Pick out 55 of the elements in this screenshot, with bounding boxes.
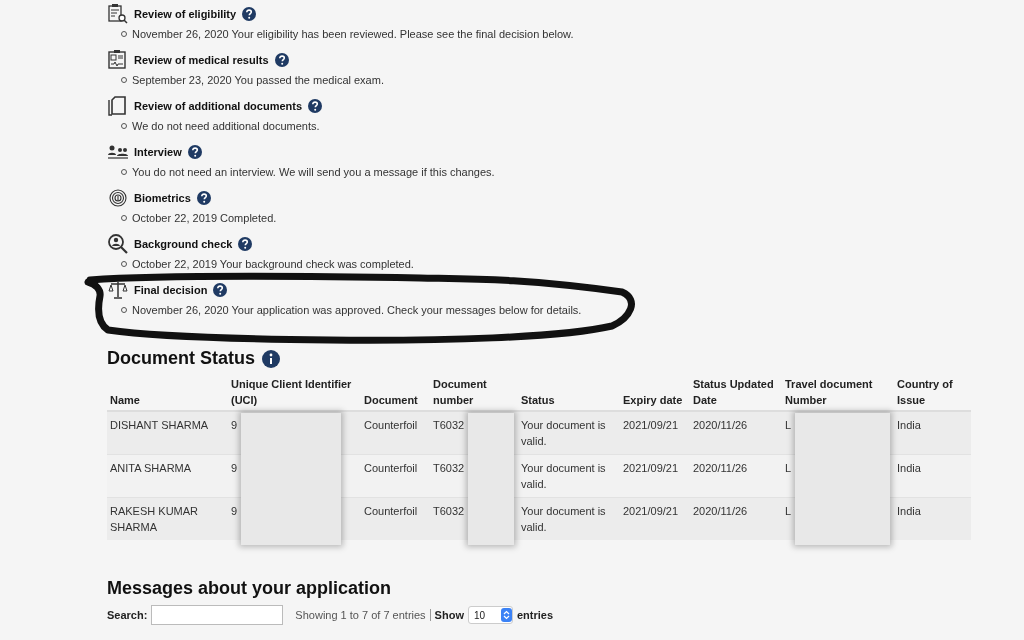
step-detail: September 23, 2020 You passed the medical exam.	[132, 74, 384, 86]
help-icon	[196, 191, 211, 205]
info-icon	[262, 349, 281, 368]
table-cell: India	[894, 454, 971, 498]
table-cell: Your document is valid.	[518, 497, 620, 540]
table-cell: Your document is valid.	[518, 454, 620, 498]
entries-label: entries	[516, 609, 554, 621]
person-magnifier-icon	[107, 233, 129, 255]
page-size-select[interactable]: 10	[467, 606, 513, 624]
step-detail: We do not need additional documents.	[132, 120, 320, 132]
table-cell: RAKESH KUMAR SHARMA	[107, 497, 228, 540]
table-cell: India	[894, 411, 971, 455]
table-cell: DISHANT SHARMA	[107, 411, 228, 455]
step-detail: November 26, 2020 Your application was approved. Check your messages below for details.	[132, 304, 582, 316]
stepper-icon	[500, 608, 512, 622]
search-label: Search:	[107, 609, 148, 621]
table-cell: Counterfoil	[361, 454, 430, 498]
step-detail: November 26, 2020 Your eligibility has been reviewed. Please see the final decision below.	[132, 28, 574, 40]
step-title: Biometrics	[134, 192, 191, 204]
search-field[interactable]	[151, 605, 284, 625]
table-cell: 2020/11/26	[690, 497, 782, 540]
step-title: Review of medical results	[134, 54, 269, 66]
documents-icon	[107, 95, 129, 117]
table-cell: 2020/11/26	[690, 454, 782, 498]
step-title: Interview	[134, 146, 182, 158]
step-detail: October 22, 2019 Completed.	[132, 212, 277, 224]
clipboard-magnifier-icon	[107, 3, 129, 25]
table-cell: 2021/09/21	[620, 454, 690, 498]
help-icon	[242, 7, 257, 21]
table-cell: 2021/09/21	[620, 497, 690, 540]
help-icon	[238, 237, 253, 251]
help-icon	[187, 145, 202, 159]
help-icon	[308, 99, 323, 113]
step-title: Final decision	[134, 284, 208, 296]
section-heading: Document Status	[107, 348, 256, 369]
show-label: Show	[434, 609, 464, 621]
table-cell: ANITA SHARMA	[107, 454, 228, 498]
entries-info: Showing 1 to 7 of 7 entries	[295, 609, 431, 621]
help-icon	[213, 283, 228, 297]
step-title: Background check	[134, 238, 233, 250]
step-detail: You do not need an interview. We will send you a message if this changes.	[132, 166, 495, 178]
table-cell: 2021/09/21	[620, 411, 690, 455]
step-detail: October 22, 2019 Your background check was completed.	[132, 258, 414, 270]
table-cell: Counterfoil	[361, 497, 430, 540]
table-cell: Your document is valid.	[518, 411, 620, 455]
step-title: Review of eligibility	[134, 8, 237, 20]
help-icon	[274, 53, 289, 67]
medical-chart-icon	[107, 49, 129, 71]
scales-icon	[107, 279, 129, 301]
fingerprint-icon	[107, 187, 129, 209]
section-heading: Messages about your application	[107, 578, 393, 599]
table-cell: India	[894, 497, 971, 540]
table-cell: Counterfoil	[361, 411, 430, 455]
table-cell: 2020/11/26	[690, 411, 782, 455]
step-title: Review of additional documents	[134, 100, 303, 112]
